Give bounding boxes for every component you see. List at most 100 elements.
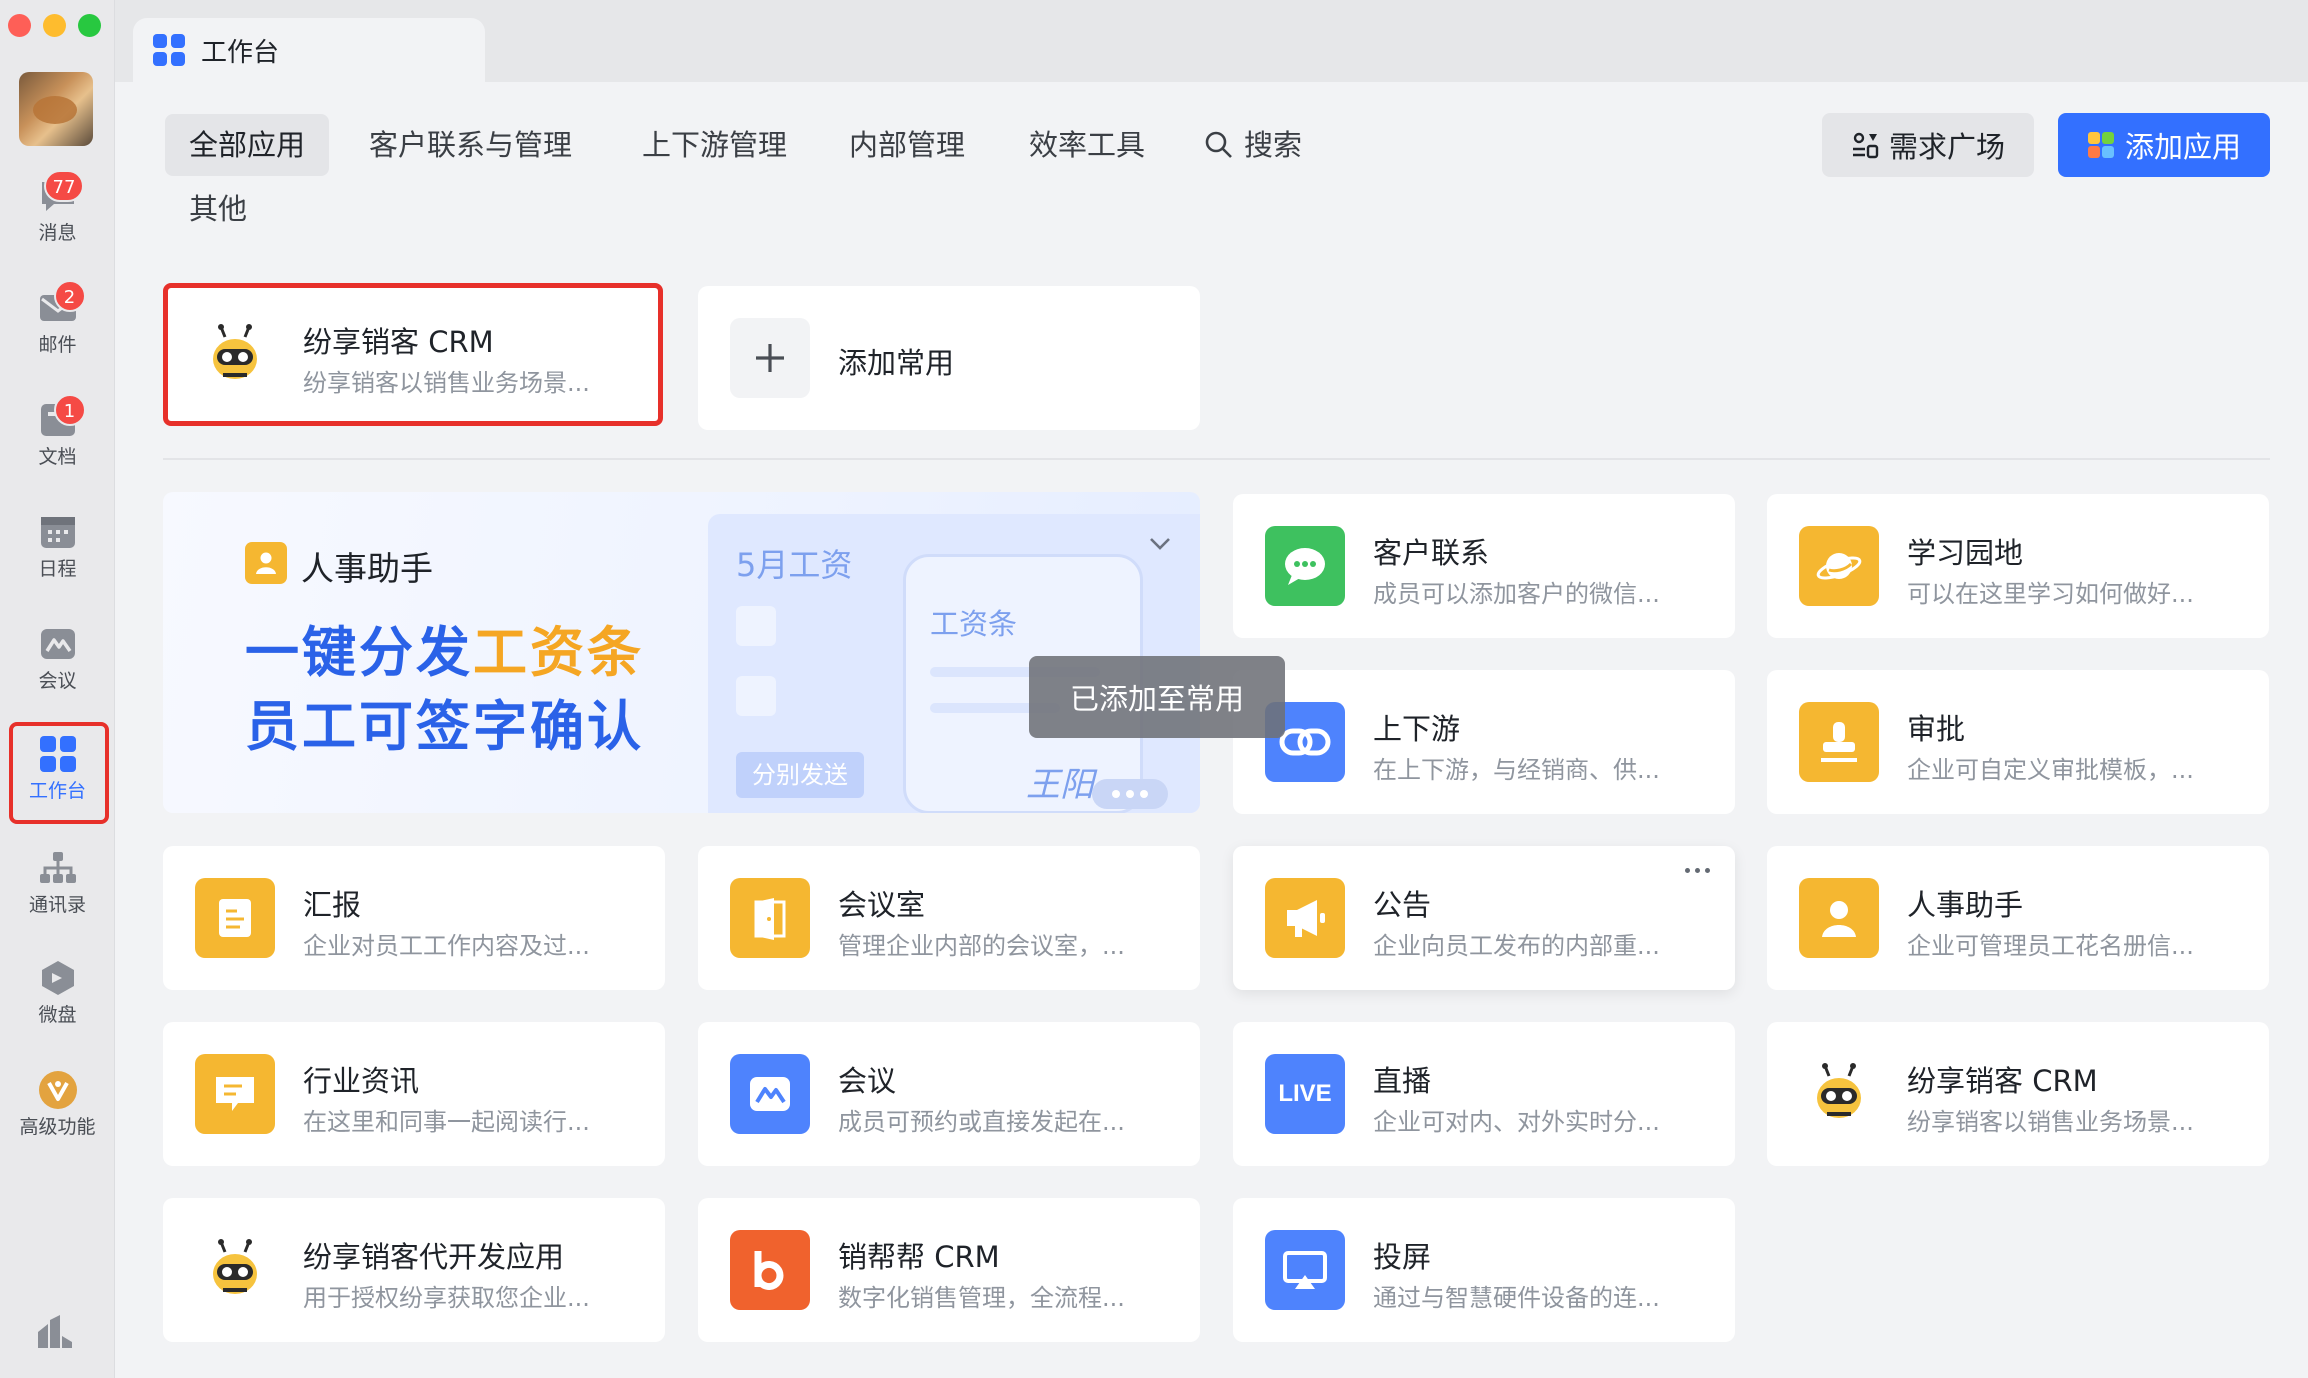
wechat-chat-icon (1265, 526, 1345, 606)
app-card-crm[interactable]: 纷享销客 CRM 纷享销客以销售业务场景... (1767, 1022, 2269, 1166)
category-all-apps[interactable]: 全部应用 (165, 114, 330, 176)
hr-assistant-banner[interactable]: 人事助手 一键分发工资条 员工可签字确认 5月工资 分别发送 工资条 王阳 (163, 492, 1200, 813)
door-icon (730, 878, 810, 958)
app-description: 管理企业内部的会议室，... (838, 932, 1125, 960)
nav-item-docs[interactable]: 1 文档 (0, 394, 115, 469)
live-icon-text: LIVE (1278, 1080, 1332, 1107)
added-to-common-toast: 已添加至常用 (1029, 656, 1285, 738)
category-search[interactable]: 搜索 (1180, 114, 1326, 176)
app-card-industry-news[interactable]: 行业资讯 在这里和同事一起阅读行... (163, 1022, 665, 1166)
nav-label: 消息 (38, 222, 77, 244)
app-title: 人事助手 (1907, 888, 2024, 922)
category-customer[interactable]: 客户联系与管理 (345, 114, 596, 176)
app-description: 企业可对内、对外实时分... (1373, 1108, 1660, 1136)
org-chart-icon (38, 850, 78, 886)
demand-square-icon (1852, 132, 1879, 159)
app-card-report[interactable]: 汇报 企业对员工工作内容及过... (163, 846, 665, 990)
report-document-icon (195, 878, 275, 958)
avatar[interactable] (19, 72, 93, 146)
category-internal[interactable]: 内部管理 (825, 114, 989, 176)
megaphone-icon (1265, 878, 1345, 958)
app-card-meeting-room[interactable]: 会议室 管理企业内部的会议室，... (698, 846, 1200, 990)
nav-item-premium[interactable]: 高级功能 (0, 1071, 115, 1139)
document-icon: 1 (38, 394, 86, 438)
send-separately-chip: 分别发送 (736, 752, 864, 798)
letter-b-icon (730, 1230, 810, 1310)
app-card-hr-assistant[interactable]: 人事助手 企业可管理员工花名册信... (1767, 846, 2269, 990)
app-card-announcement[interactable]: 公告 企业向员工发布的内部重... (1233, 846, 1735, 990)
nav-item-workspace[interactable]: 工作台 (0, 736, 115, 803)
section-divider (163, 458, 2270, 460)
headline-part: 一键分发 (245, 621, 473, 684)
app-description: 成员可以添加客户的微信... (1373, 580, 1660, 608)
tab-workspace[interactable]: 工作台 (133, 18, 485, 82)
app-title: 汇报 (303, 888, 362, 922)
nav-item-calendar[interactable]: 日程 (0, 514, 115, 581)
nav-label: 高级功能 (19, 1116, 96, 1138)
unread-badge: 2 (53, 280, 86, 312)
app-title: 会议 (838, 1064, 897, 1098)
minimize-window-button[interactable] (43, 14, 66, 37)
nav-item-drive[interactable]: 微盘 (0, 960, 115, 1027)
app-description: 成员可预约或直接发起在... (838, 1108, 1125, 1136)
placeholder-row-1 (736, 606, 776, 646)
app-card-crm-dev[interactable]: 纷享销客代开发应用 用于授权纷享获取您企业... (163, 1198, 665, 1342)
app-description: 企业对员工工作内容及过... (303, 932, 590, 960)
add-app-button[interactable]: 添加应用 (2058, 113, 2270, 177)
demand-square-label: 需求广场 (1888, 130, 2005, 164)
app-title: 上下游 (1373, 712, 1461, 746)
search-label: 搜索 (1244, 128, 1303, 162)
category-other[interactable]: 其他 (165, 178, 271, 240)
app-description: 通过与智慧硬件设备的连... (1373, 1284, 1660, 1312)
app-card-xbb-crm[interactable]: 销帮帮 CRM 数字化销售管理，全流程... (698, 1198, 1200, 1342)
nav-label: 会议 (38, 670, 77, 692)
bee-mascot-icon (195, 1230, 275, 1310)
app-card-customer-contact[interactable]: 客户联系 成员可以添加客户的微信... (1233, 494, 1735, 638)
app-description: 用于授权纷享获取您企业... (303, 1284, 590, 1312)
plus-icon (730, 318, 810, 398)
maximize-window-button[interactable] (78, 14, 101, 37)
more-options-icon[interactable] (1685, 862, 1717, 878)
nav-label: 日程 (38, 558, 77, 580)
app-description: 数字化销售管理，全流程... (838, 1284, 1125, 1312)
app-card-learning[interactable]: 学习园地 可以在这里学习如何做好... (1767, 494, 2269, 638)
headline-highlight: 工资条 (473, 621, 644, 684)
tab-title: 工作台 (201, 37, 280, 68)
person-icon (1799, 878, 1879, 958)
app-card-meeting[interactable]: 会议 成员可预约或直接发起在... (698, 1022, 1200, 1166)
app-card-supply-chain[interactable]: 上下游 在上下游，与经销商、供... (1233, 670, 1735, 814)
app-title: 行业资讯 (303, 1064, 420, 1098)
nav-item-mail[interactable]: 2 邮件 (0, 280, 115, 357)
app-description: 企业可自定义审批模板，... (1907, 756, 2194, 784)
calendar-icon (38, 514, 78, 550)
chevron-down-icon[interactable] (1148, 536, 1172, 556)
nav-item-messages[interactable]: 77 消息 (0, 170, 115, 245)
placeholder-row-2 (736, 676, 776, 716)
nav-label: 邮件 (38, 334, 77, 356)
close-window-button[interactable] (8, 14, 31, 37)
unread-badge: 1 (53, 394, 86, 426)
category-efficiency[interactable]: 效率工具 (1005, 114, 1169, 176)
app-title: 直播 (1373, 1064, 1432, 1098)
demand-square-button[interactable]: 需求广场 (1822, 113, 2034, 177)
app-title: 纷享销客代开发应用 (303, 1240, 565, 1274)
add-common-card[interactable]: 添加常用 (698, 286, 1200, 430)
app-card-live[interactable]: LIVE 直播 企业可对内、对外实时分... (1233, 1022, 1735, 1166)
app-card-approval[interactable]: 审批 企业可自定义审批模板，... (1767, 670, 2269, 814)
nav-item-contacts[interactable]: 通讯录 (0, 850, 115, 917)
add-common-label: 添加常用 (838, 346, 955, 380)
app-description: 企业向员工发布的内部重... (1373, 932, 1660, 960)
app-title: 纷享销客 CRM (1907, 1064, 2098, 1098)
signature-text: 王阳 (1026, 765, 1094, 805)
nav-label: 文档 (38, 446, 77, 468)
category-supply-chain[interactable]: 上下游管理 (618, 114, 811, 176)
workspace-grid-icon (153, 34, 185, 66)
app-title: 审批 (1907, 712, 1966, 746)
app-logo-icon[interactable] (36, 1314, 74, 1354)
app-title: 投屏 (1373, 1240, 1432, 1274)
app-card-screen-cast[interactable]: 投屏 通过与智慧硬件设备的连... (1233, 1198, 1735, 1342)
panel-title: 5月工资 (736, 546, 853, 584)
meeting-icon (38, 626, 78, 662)
nav-item-meeting[interactable]: 会议 (0, 626, 115, 693)
nav-label: 工作台 (28, 780, 86, 802)
